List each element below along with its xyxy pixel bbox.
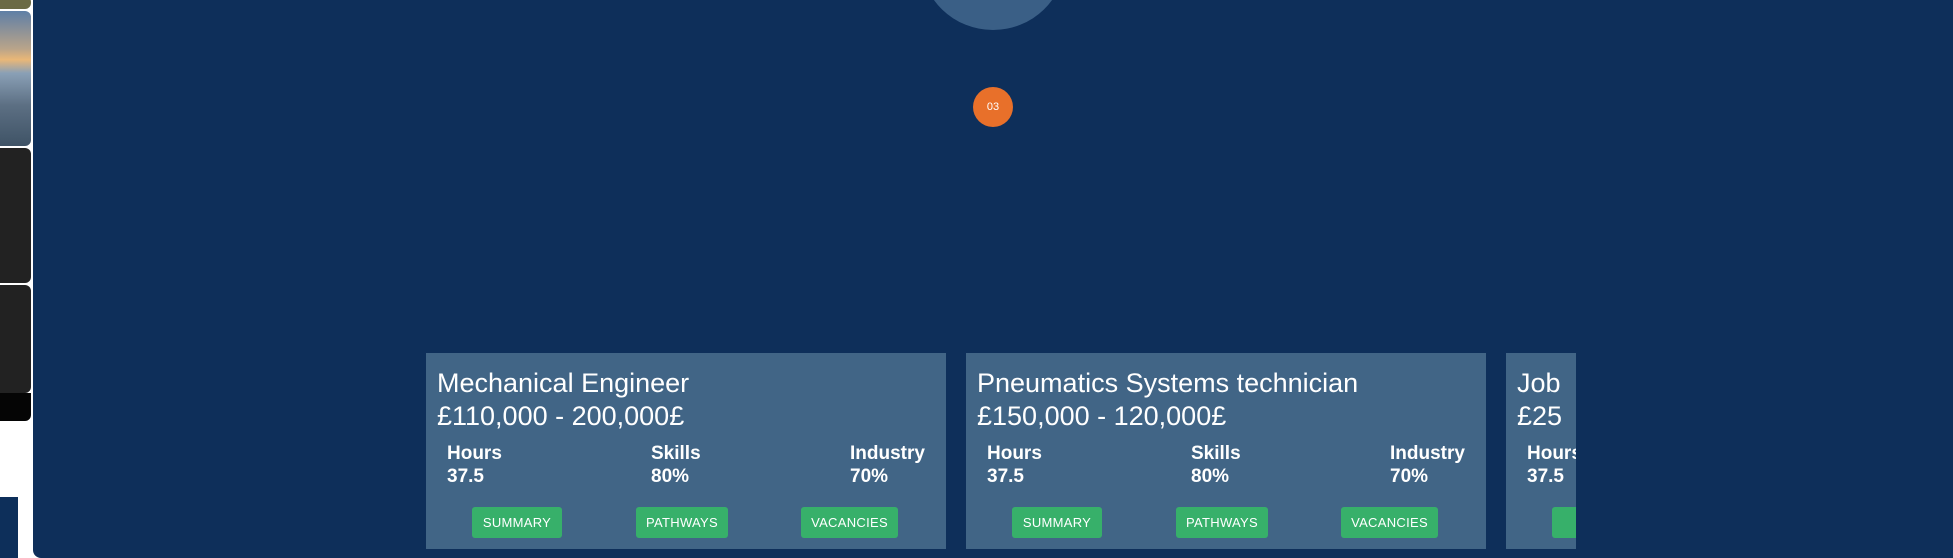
vacancies-button[interactable]: VACANCIES	[801, 507, 898, 538]
stat-value: 80%	[1191, 466, 1230, 487]
stat-skills: Skills 80%	[651, 442, 701, 488]
summary-button[interactable]: SUMMARY	[472, 507, 562, 538]
stat-value: 70%	[850, 466, 889, 487]
thumbnail-seascape[interactable]	[0, 11, 31, 146]
stat-hours: Hours 37.5	[447, 442, 502, 488]
stat-label: Hours	[987, 443, 1042, 464]
stat-label: Industry	[1390, 443, 1465, 464]
job-card[interactable]: Job £25 Hours 37.5 S	[1506, 353, 1576, 549]
mini-preview[interactable]	[0, 495, 20, 558]
stat-label: Industry	[850, 443, 925, 464]
stat-label: Skills	[651, 443, 701, 464]
stat-value: 80%	[651, 466, 690, 487]
thumbnail-strip-footer	[0, 393, 31, 421]
hero-circle	[921, 0, 1065, 30]
stat-label: Skills	[1191, 443, 1241, 464]
stat-hours: Hours 37.5	[987, 442, 1042, 488]
stat-value: 70%	[1390, 466, 1429, 487]
stat-label: Hours	[447, 443, 502, 464]
thumbnail-strip	[0, 0, 33, 558]
job-card[interactable]: Pneumatics Systems technician £150,000 -…	[966, 353, 1486, 549]
step-badge: 03	[973, 87, 1013, 127]
job-title: Pneumatics Systems technician	[977, 368, 1359, 398]
thumbnail-4[interactable]	[0, 285, 31, 393]
main-panel: 03 Mechanical Engineer £110,000 - 200,00…	[33, 0, 1953, 558]
summary-button[interactable]: SUMMARY	[1012, 507, 1102, 538]
stat-value: 37.5	[1527, 466, 1564, 487]
stat-value: 37.5	[987, 466, 1024, 487]
pathways-button[interactable]: PATHWAYS	[636, 507, 728, 538]
job-card-carousel[interactable]: Mechanical Engineer £110,000 - 200,000£ …	[426, 353, 1576, 549]
job-salary: £110,000 - 200,000£	[437, 401, 685, 431]
pathways-button[interactable]: PATHWAYS	[1176, 507, 1268, 538]
thumbnail-3[interactable]	[0, 148, 31, 283]
thumbnail-1[interactable]	[0, 0, 31, 9]
summary-button[interactable]: S	[1552, 507, 1576, 538]
stat-skills: Skills 80%	[1191, 442, 1241, 488]
job-salary: £150,000 - 120,000£	[977, 401, 1227, 431]
stat-label: Hours	[1527, 443, 1576, 464]
stat-hours: Hours 37.5	[1527, 442, 1576, 488]
job-salary: £25	[1517, 401, 1563, 431]
job-title: Mechanical Engineer	[437, 368, 690, 398]
stat-industry: Industry 70%	[850, 442, 925, 488]
job-title: Job	[1517, 368, 1561, 398]
vacancies-button[interactable]: VACANCIES	[1341, 507, 1438, 538]
stat-value: 37.5	[447, 466, 484, 487]
job-card[interactable]: Mechanical Engineer £110,000 - 200,000£ …	[426, 353, 946, 549]
stat-industry: Industry 70%	[1390, 442, 1465, 488]
